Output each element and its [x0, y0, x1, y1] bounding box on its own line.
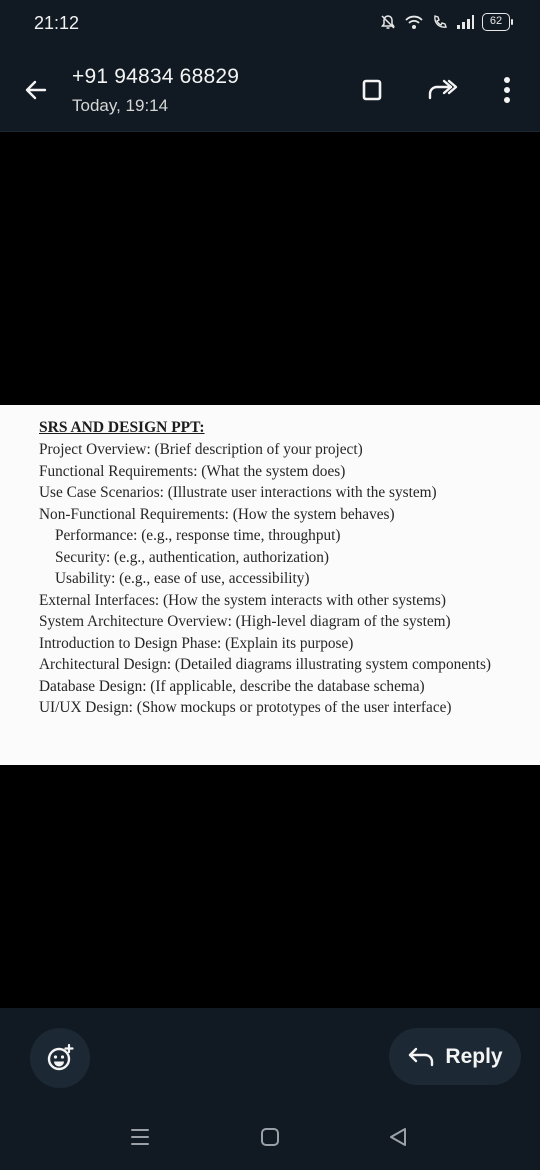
- status-bar: 21:12 62: [0, 0, 540, 48]
- document-line: Security: (e.g., authentication, authori…: [55, 548, 329, 566]
- more-vertical-icon: [504, 77, 510, 103]
- battery-icon: 62: [482, 13, 513, 31]
- reply-button[interactable]: Reply: [389, 1028, 521, 1085]
- document-line: Use Case Scenarios: (Illustrate user int…: [39, 484, 437, 501]
- mute-icon: [380, 14, 396, 30]
- status-icons: 62: [380, 13, 513, 31]
- reply-arrow-icon: [409, 1047, 434, 1066]
- signal-icon: [456, 14, 474, 30]
- document-line: Database Design: (If applicable, describ…: [39, 677, 425, 695]
- document-line: Performance: (e.g., response time, throu…: [55, 527, 341, 544]
- forward-icon: [428, 79, 458, 100]
- home-icon: [261, 1128, 279, 1146]
- document-image[interactable]: SRS AND DESIGN PPT: Project Overview: (B…: [0, 405, 540, 765]
- recents-icon: [131, 1129, 149, 1145]
- document-line: Introduction to Design Phase: (Explain i…: [39, 634, 354, 652]
- document-line: Functional Requirements: (What the syste…: [39, 462, 346, 480]
- system-nav-bar: [0, 1108, 540, 1168]
- document-title: SRS AND DESIGN PPT:: [39, 419, 205, 436]
- document-lines: Project Overview: (Brief description of …: [39, 439, 534, 719]
- image-viewer[interactable]: SRS AND DESIGN PPT: Project Overview: (B…: [0, 132, 540, 1008]
- viewer-header: +91 94834 68829 Today, 19:14: [0, 48, 540, 132]
- nav-back-button[interactable]: [378, 1122, 418, 1152]
- forward-button[interactable]: [424, 72, 460, 108]
- contact-name: +91 94834 68829: [72, 65, 240, 88]
- wifi-call-icon: [432, 14, 448, 30]
- document-line: System Architecture Overview: (High-leve…: [39, 613, 451, 630]
- document-line: External Interfaces: (How the system int…: [39, 591, 446, 609]
- document-line: Architectural Design: (Detailed diagrams…: [39, 656, 491, 673]
- document-line: Usability: (e.g., ease of use, accessibi…: [55, 570, 310, 587]
- reply-label: Reply: [445, 1044, 503, 1068]
- bottom-action-bar: Reply: [0, 1008, 540, 1170]
- back-arrow-icon: [25, 80, 47, 100]
- emoji-add-icon: [47, 1043, 74, 1071]
- home-button[interactable]: [250, 1122, 290, 1152]
- document-line: UI/UX Design: (Show mockups or prototype…: [39, 699, 452, 716]
- message-timestamp: Today, 19:14: [72, 96, 169, 115]
- back-button[interactable]: [18, 72, 54, 108]
- status-time: 21:12: [34, 13, 80, 33]
- bookmark-icon: [362, 79, 382, 101]
- document-line: Non-Functional Requirements: (How the sy…: [39, 505, 395, 523]
- react-button[interactable]: [30, 1028, 90, 1088]
- more-options-button[interactable]: [489, 72, 525, 108]
- wifi-icon: [404, 14, 424, 30]
- back-icon: [390, 1128, 406, 1146]
- document-line: Project Overview: (Brief description of …: [39, 441, 363, 458]
- bookmark-button[interactable]: [354, 72, 390, 108]
- recents-button[interactable]: [120, 1122, 160, 1152]
